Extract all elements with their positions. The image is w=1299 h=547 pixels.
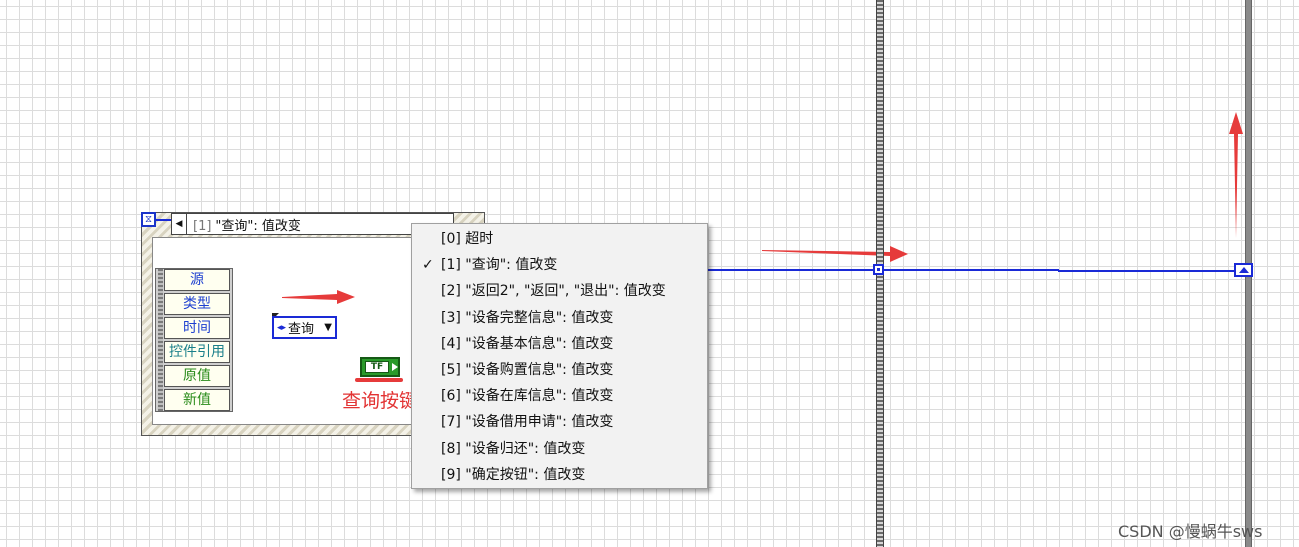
timeout-terminal-icon[interactable]: ⧖	[141, 212, 156, 227]
event-case-menu[interactable]: [0] 超时 ✓ [1] "查询": 值改变 [2] "返回2", "返回", "…	[411, 223, 708, 489]
menu-item-label: [0] 超时	[441, 231, 494, 247]
query-button-terminal[interactable]: TF	[360, 357, 400, 377]
tunnel-dot	[877, 268, 880, 271]
menu-item-case-5[interactable]: [5] "设备购置信息": 值改变	[412, 357, 707, 383]
menu-item-label: [8] "设备归还": 值改变	[441, 440, 586, 457]
event-data-source[interactable]: 源	[164, 269, 230, 291]
menu-item-label: [3] "设备完整信息": 值改变	[441, 309, 614, 326]
menu-item-case-4[interactable]: [4] "设备基本信息": 值改变	[412, 331, 707, 357]
red-arrow-to-wire	[282, 290, 355, 304]
annotation-underline	[355, 378, 403, 382]
event-data-oldval[interactable]: 原值	[164, 365, 230, 387]
query-enum-control[interactable]: ◂▸ 查询 ▼	[272, 316, 337, 339]
watermark: CSDN @慢蜗牛sws	[1118, 522, 1263, 541]
annotation-label: 查询按键	[342, 390, 419, 412]
menu-item-label: [6] "设备在库信息": 值改变	[441, 388, 614, 405]
increment-decrement-icon[interactable]: ◂▸	[277, 323, 286, 333]
shift-register-right[interactable]	[1234, 263, 1253, 277]
checkmark-icon: ✓	[422, 257, 434, 274]
red-arrow-to-tunnel	[762, 246, 908, 262]
shift-register-arrow-icon	[1238, 267, 1249, 273]
case-selector-label: [1] "查询": 值改变	[193, 218, 301, 234]
enum-value: 查询	[288, 322, 315, 337]
menu-item-case-0[interactable]: [0] 超时	[412, 226, 707, 252]
menu-item-case-3[interactable]: [3] "设备完整信息": 值改变	[412, 305, 707, 331]
menu-item-label: [2] "返回2", "返回", "退出": 值改变	[441, 283, 666, 300]
menu-item-case-6[interactable]: [6] "设备在库信息": 值改变	[412, 383, 707, 409]
menu-item-case-8[interactable]: [8] "设备归还": 值改变	[412, 436, 707, 462]
tf-label: TF	[365, 361, 389, 373]
menu-item-label: [7] "设备借用申请": 值改变	[441, 414, 614, 431]
event-data-time[interactable]: 时间	[164, 317, 230, 339]
output-arrow-icon	[392, 363, 398, 371]
menu-item-case-9[interactable]: [9] "确定按钮": 值改变	[412, 462, 707, 488]
menu-item-label: [9] "确定按钮": 值改变	[441, 466, 586, 483]
event-data-type[interactable]: 类型	[164, 293, 230, 315]
red-arrow-up	[1229, 112, 1243, 238]
menu-item-case-7[interactable]: [7] "设备借用申请": 值改变	[412, 409, 707, 435]
menu-item-case-1[interactable]: ✓ [1] "查询": 值改变	[412, 252, 707, 278]
event-data-ctlref[interactable]: 控件引用	[164, 341, 230, 363]
menu-item-case-2[interactable]: [2] "返回2", "返回", "退出": 值改变	[412, 278, 707, 304]
chevron-down-icon[interactable]: ▼	[324, 322, 332, 333]
data-node-handle[interactable]	[158, 269, 163, 411]
wire-tunnel[interactable]	[873, 264, 884, 275]
event-data-node[interactable]: 源 类型 时间 控件引用 原值 新值	[155, 268, 233, 412]
menu-item-label: [4] "设备基本信息": 值改变	[441, 335, 614, 352]
decrement-case-icon[interactable]: ◀	[172, 214, 187, 234]
timeout-terminal-wire	[156, 219, 171, 221]
event-data-newval[interactable]: 新值	[164, 389, 230, 411]
menu-item-label: [1] "查询": 值改变	[441, 257, 558, 274]
wire-right	[1058, 270, 1236, 272]
menu-item-label: [5] "设备购置信息": 值改变	[441, 361, 614, 378]
